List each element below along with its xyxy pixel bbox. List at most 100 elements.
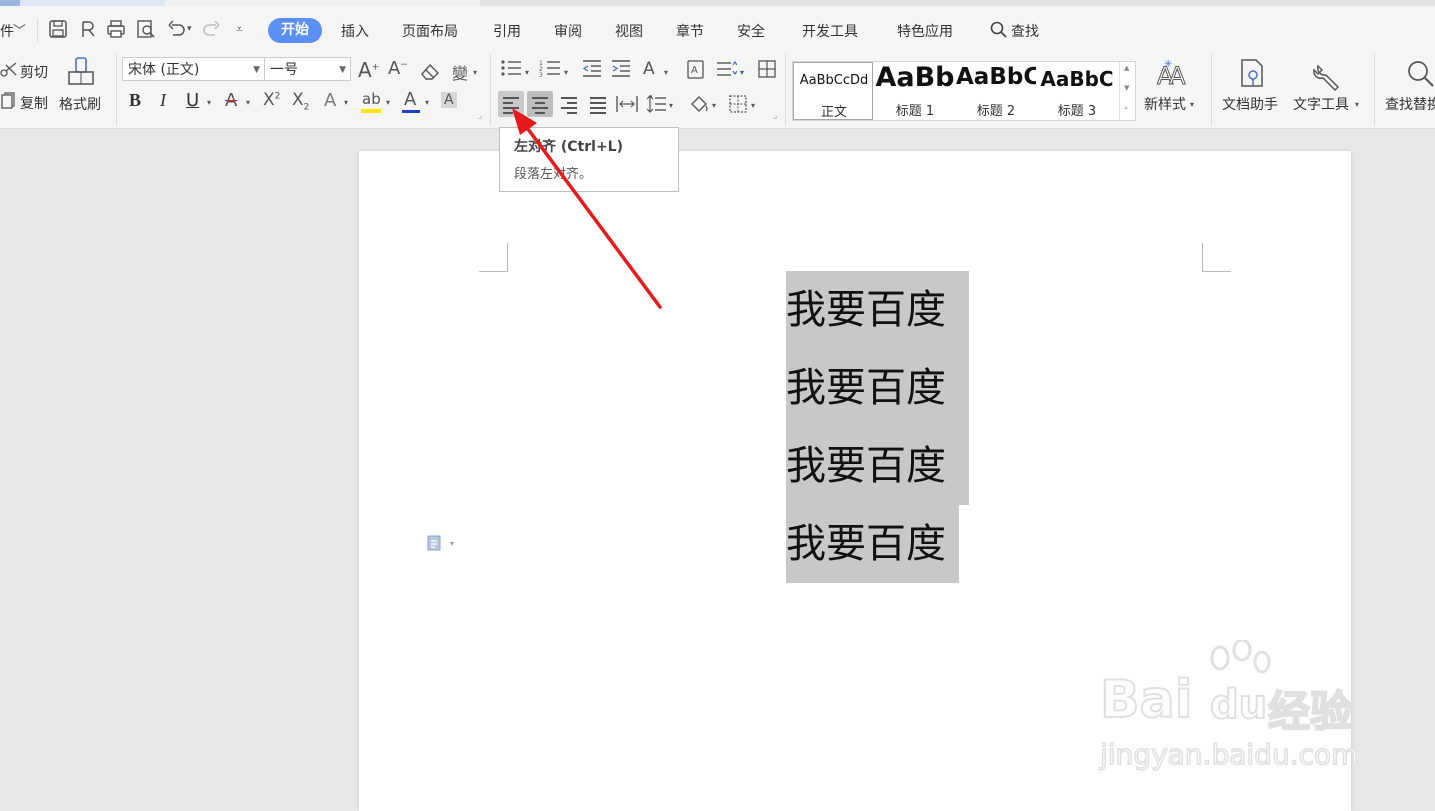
tab-security[interactable]: 安全: [737, 21, 765, 41]
watermark-url: jingyan.baidu.com: [1099, 737, 1359, 772]
watermark-brand-latin: Bai: [1099, 669, 1194, 731]
style-preview: AaBb: [875, 62, 955, 93]
chevron-down-icon[interactable]: ▾: [1355, 100, 1359, 109]
highlight-color-icon[interactable]: ab: [361, 90, 383, 114]
chevron-down-icon[interactable]: ▾: [450, 539, 454, 548]
new-style-button[interactable]: 新样式: [1144, 94, 1186, 114]
print-preview-icon[interactable]: [136, 19, 156, 39]
format-painter-icon[interactable]: [66, 56, 96, 88]
document-text-line[interactable]: 我要百度: [786, 505, 959, 583]
chevron-down-icon[interactable]: ▾: [246, 98, 250, 107]
style-heading-1[interactable]: AaBb 标题 1: [875, 62, 955, 120]
copy-button[interactable]: 复制: [20, 93, 48, 113]
tab-section[interactable]: 章节: [676, 21, 704, 41]
chevron-down-icon[interactable]: ▾: [344, 98, 348, 107]
document-text-line[interactable]: 我要百度: [786, 271, 969, 349]
save-icon[interactable]: [48, 19, 68, 39]
watermark-brand-cn: 经验: [1267, 686, 1353, 737]
style-heading-2[interactable]: AaBbC 标题 2: [956, 62, 1036, 120]
superscript-icon[interactable]: X2: [263, 90, 280, 110]
tab-special-apps[interactable]: 特色应用: [897, 21, 953, 41]
chevron-down-icon[interactable]: ▾: [564, 68, 568, 77]
copy-icon[interactable]: [0, 92, 16, 110]
document-text-line[interactable]: 我要百度: [786, 427, 969, 505]
chevron-down-icon[interactable]: ▾: [712, 101, 716, 110]
chevron-down-icon: ▼: [253, 65, 260, 75]
font-size-dropdown[interactable]: 一号 ▼: [264, 57, 351, 81]
style-label: 标题 3: [1057, 104, 1097, 119]
chevron-down-icon[interactable]: ▾: [751, 101, 755, 110]
undo-icon[interactable]: [166, 19, 186, 39]
undo-dropdown-icon[interactable]: ▾: [187, 24, 192, 34]
chevron-down-icon[interactable]: ▾: [740, 68, 744, 77]
subscript-icon[interactable]: X2: [292, 90, 309, 112]
line-paragraph-spacing-icon[interactable]: [715, 59, 737, 77]
watermark-brand-du: du: [1209, 681, 1268, 729]
chevron-down-icon[interactable]: ▾: [207, 98, 211, 107]
search-label[interactable]: 查找: [1011, 21, 1039, 41]
numbered-list-icon[interactable]: 123: [539, 59, 561, 77]
styles-scroll[interactable]: ▲ ▼ ⩡: [1119, 62, 1135, 120]
tab-insert[interactable]: 插入: [341, 21, 369, 41]
file-menu[interactable]: 件: [0, 21, 14, 41]
font-color-icon[interactable]: A: [402, 89, 422, 114]
font-name-dropdown[interactable]: 宋体 (正文) ▼: [122, 57, 265, 81]
print-icon[interactable]: [106, 19, 126, 39]
tab-developer-tools[interactable]: 开发工具: [802, 21, 858, 41]
ribbon: 件 ﹀ ▾ ⩡ 开始 插入 页面布局 引用 审阅 视图 章节 安全 开发工具 特…: [0, 6, 1435, 129]
table-insert-icon[interactable]: [757, 59, 777, 79]
document-assistant-icon[interactable]: [1238, 58, 1266, 90]
style-normal[interactable]: AaBbCcDd 正文: [793, 62, 873, 120]
style-preview: AaBbC: [956, 64, 1036, 90]
borders-icon[interactable]: [728, 94, 748, 114]
tab-review[interactable]: 审阅: [554, 21, 582, 41]
document-assistant-button[interactable]: 文档助手: [1222, 94, 1278, 114]
tab-references[interactable]: 引用: [493, 21, 521, 41]
cut-button[interactable]: 剪切: [20, 62, 48, 82]
wrench-icon[interactable]: [1312, 62, 1342, 92]
italic-button[interactable]: I: [160, 90, 166, 111]
chevron-down-icon[interactable]: ▾: [473, 68, 477, 77]
tab-view[interactable]: 视图: [615, 21, 643, 41]
bold-button[interactable]: B: [129, 90, 141, 111]
character-shading-icon[interactable]: A: [441, 92, 457, 108]
find-replace-button[interactable]: 查找替换: [1385, 94, 1435, 114]
styles-gallery: AaBbCcDd 正文 AaBb 标题 1 AaBbC 标题 2 AaBbC 标…: [792, 61, 1136, 121]
format-painter-button[interactable]: 格式刷: [59, 94, 101, 114]
file-menu-dropdown-icon[interactable]: ﹀: [13, 20, 26, 39]
chevron-down-icon[interactable]: ▾: [664, 68, 668, 77]
tab-home[interactable]: 开始: [268, 18, 322, 43]
text-tools-button[interactable]: 文字工具: [1293, 94, 1349, 114]
redo-icon[interactable]: [202, 19, 222, 39]
decrease-indent-icon[interactable]: [582, 59, 602, 77]
shrink-font-icon[interactable]: A−: [388, 58, 408, 79]
export-pdf-icon[interactable]: [78, 19, 98, 39]
chevron-down-icon[interactable]: ▾: [386, 98, 390, 107]
style-label: 标题 1: [895, 104, 935, 119]
style-heading-3[interactable]: AaBbC 标题 3: [1037, 62, 1117, 120]
chevron-down-icon[interactable]: ▾: [525, 68, 529, 77]
find-replace-icon[interactable]: [1405, 59, 1435, 89]
tab-page-layout[interactable]: 页面布局: [402, 21, 458, 41]
strikethrough-icon[interactable]: A: [225, 90, 237, 111]
paragraph-dialog-launcher-icon[interactable]: ⌟: [773, 111, 777, 121]
text-effects-icon[interactable]: A: [324, 90, 336, 111]
paste-options-icon[interactable]: [426, 534, 442, 552]
clear-formatting-icon[interactable]: [419, 62, 441, 80]
customize-quick-access-icon[interactable]: ⩡: [236, 22, 243, 37]
chevron-down-icon[interactable]: ▾: [425, 98, 429, 107]
increase-indent-icon[interactable]: [611, 59, 631, 77]
grow-font-icon[interactable]: A+: [358, 58, 379, 82]
bullet-list-icon[interactable]: [500, 59, 522, 77]
shading-icon[interactable]: [688, 94, 710, 114]
underline-button[interactable]: U: [186, 90, 199, 111]
document-text-line[interactable]: 我要百度: [786, 349, 969, 427]
scissors-icon[interactable]: [0, 62, 18, 78]
font-dialog-launcher-icon[interactable]: ⌟: [478, 111, 482, 121]
chevron-down-icon[interactable]: ▾: [1190, 100, 1194, 109]
text-direction-icon[interactable]: A: [643, 59, 655, 79]
search-icon[interactable]: [990, 21, 1008, 39]
chinese-layout-icon[interactable]: A: [686, 59, 706, 79]
phonetic-guide-icon[interactable]: 變: [452, 60, 468, 84]
new-style-icon[interactable]: AA✳: [1155, 58, 1187, 88]
